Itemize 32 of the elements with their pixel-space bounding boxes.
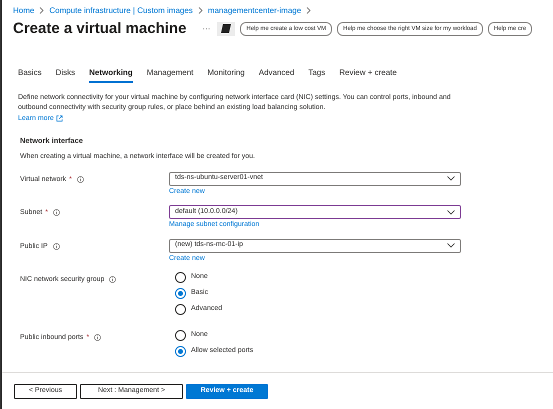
chevron-right-icon [306, 7, 312, 14]
tab[interactable]: Monitoring [207, 66, 245, 83]
info-icon [76, 176, 84, 182]
radio-button[interactable] [175, 288, 186, 298]
chevron-down-icon [447, 210, 455, 214]
copilot-button[interactable] [217, 22, 236, 36]
radio-button[interactable] [175, 330, 186, 340]
chevron-right-icon [39, 7, 44, 14]
more-button[interactable]: ··· [202, 22, 210, 35]
info-icon [52, 242, 60, 250]
chevron-down-icon [447, 176, 455, 181]
breadcrumb-link[interactable]: Compute infrastructure | Custom images [49, 4, 193, 16]
breadcrumb-link[interactable]: managementcenter-image [208, 4, 302, 16]
tab[interactable]: Tags [308, 66, 326, 83]
tab[interactable]: Networking [89, 66, 133, 83]
radio-button[interactable] [175, 304, 186, 314]
tab[interactable]: Disks [56, 66, 76, 83]
radio-button[interactable] [175, 346, 186, 356]
tab[interactable]: Management [146, 66, 194, 83]
chevron-down-icon [447, 243, 455, 248]
info-icon [109, 276, 116, 283]
tab[interactable]: Advanced [258, 66, 294, 83]
breadcrumb-link[interactable]: Home [13, 4, 34, 16]
info-icon [52, 209, 60, 216]
tab[interactable]: Basics [18, 66, 42, 83]
copilot-icon [220, 23, 232, 34]
chevron-right-icon [198, 7, 203, 14]
info-icon [94, 334, 102, 341]
page-title: Create a virtual machine [13, 22, 186, 36]
radio-button[interactable] [175, 272, 186, 282]
external-link-icon [56, 115, 63, 122]
tab[interactable]: Review + create [339, 66, 397, 83]
